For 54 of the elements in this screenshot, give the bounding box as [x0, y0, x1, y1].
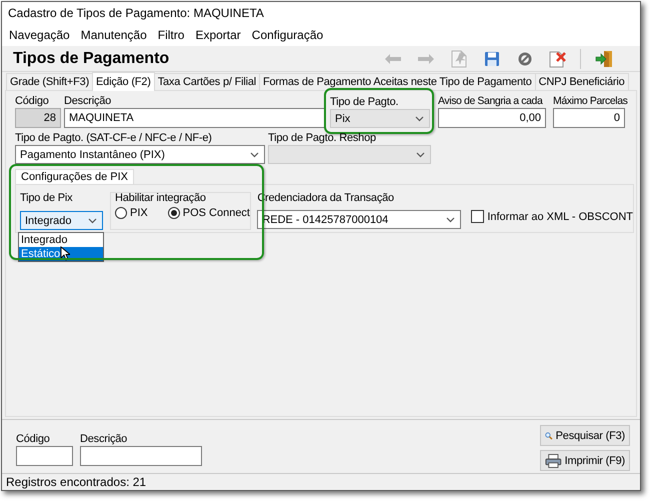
payment-type-dropdown[interactable]: Pix	[330, 109, 430, 128]
chevron-icon	[446, 216, 456, 222]
page-title: Tipos de Pagamento	[13, 50, 170, 68]
filter-field[interactable]	[16, 446, 73, 466]
field-label: Tipo de Pagto.	[330, 96, 400, 109]
fiscal-payment-type-dropdown[interactable]: Pagamento Instantâneo (PIX)	[15, 145, 265, 164]
radio-button[interactable]	[168, 207, 180, 219]
chevron-icon	[88, 218, 97, 224]
save-icon[interactable]	[484, 50, 500, 66]
field-label: Tipo de Pagto. (SAT-CF-e / NFC-e / NF-e)	[15, 132, 213, 145]
dropdown-option[interactable]: Integrado	[19, 233, 103, 247]
menu-item[interactable]: Filtro	[152, 26, 190, 44]
chevron-icon	[416, 152, 425, 158]
tab[interactable]: Grade (Shift+F3)	[6, 73, 94, 90]
field-label: Tipo de Pix	[20, 192, 74, 205]
status-text: Registros encontrados: 21	[6, 475, 146, 489]
cash-alert-field[interactable]: 0,00	[438, 108, 546, 128]
pix-type-dropdown[interactable]: Integrado	[20, 211, 103, 230]
field-label: Código	[16, 433, 51, 446]
field-label: Tipo de Pagto. Reshop	[268, 132, 377, 145]
field-label: Aviso de Sangria a cada	[438, 95, 544, 108]
tab[interactable]: Formas de Pagamento Aceitas neste Tipo de Pagamento	[259, 73, 536, 90]
menu-item[interactable]: Navegação	[3, 26, 75, 44]
printer-icon	[545, 452, 562, 468]
field-label: Descrição	[80, 433, 128, 446]
tab[interactable]: Taxa Cartões p/ Filial	[154, 73, 260, 90]
radio-option[interactable]: POS Connect	[168, 207, 250, 219]
delete-icon[interactable]	[548, 50, 566, 68]
chevron-icon	[250, 152, 259, 158]
acquirer-dropdown[interactable]: REDE - 01425787000104	[257, 210, 462, 229]
menu-item[interactable]: Manutenção	[74, 26, 152, 44]
checkbox-label: Informar ao XML - OBSCONT	[487, 210, 633, 222]
max-installments-field[interactable]: 0	[553, 108, 625, 128]
menu-item[interactable]: Exportar	[189, 26, 246, 44]
radio-button[interactable]	[115, 207, 127, 219]
exit-door-icon[interactable]	[594, 50, 612, 68]
code-field[interactable]: 28	[15, 108, 61, 128]
field-label: Máximo Parcelas	[553, 95, 628, 108]
search-button[interactable]: Pesquisar (F3)	[540, 425, 630, 446]
tab[interactable]: CNPJ Beneficiário	[534, 73, 628, 90]
tab[interactable]: Configurações de PIX	[15, 169, 134, 184]
group-label: Habilitar integração	[115, 192, 207, 205]
description-field[interactable]: MAQUINETA	[64, 108, 325, 128]
checkbox[interactable]	[471, 210, 484, 223]
filter-field[interactable]	[80, 446, 202, 466]
tab[interactable]: Edição (F2)	[92, 72, 155, 91]
print-button[interactable]: Imprimir (F9)	[540, 450, 630, 471]
field-label: Descrição	[64, 95, 112, 108]
window-title: Cadastro de Tipos de Pagamento: MAQUINETA	[8, 6, 264, 20]
menu-item[interactable]: Configuração	[246, 26, 328, 44]
cancel-icon[interactable]	[516, 50, 532, 66]
field-label: Código	[15, 95, 50, 108]
chevron-icon	[415, 116, 424, 122]
radio-option[interactable]: PIX	[115, 207, 148, 219]
